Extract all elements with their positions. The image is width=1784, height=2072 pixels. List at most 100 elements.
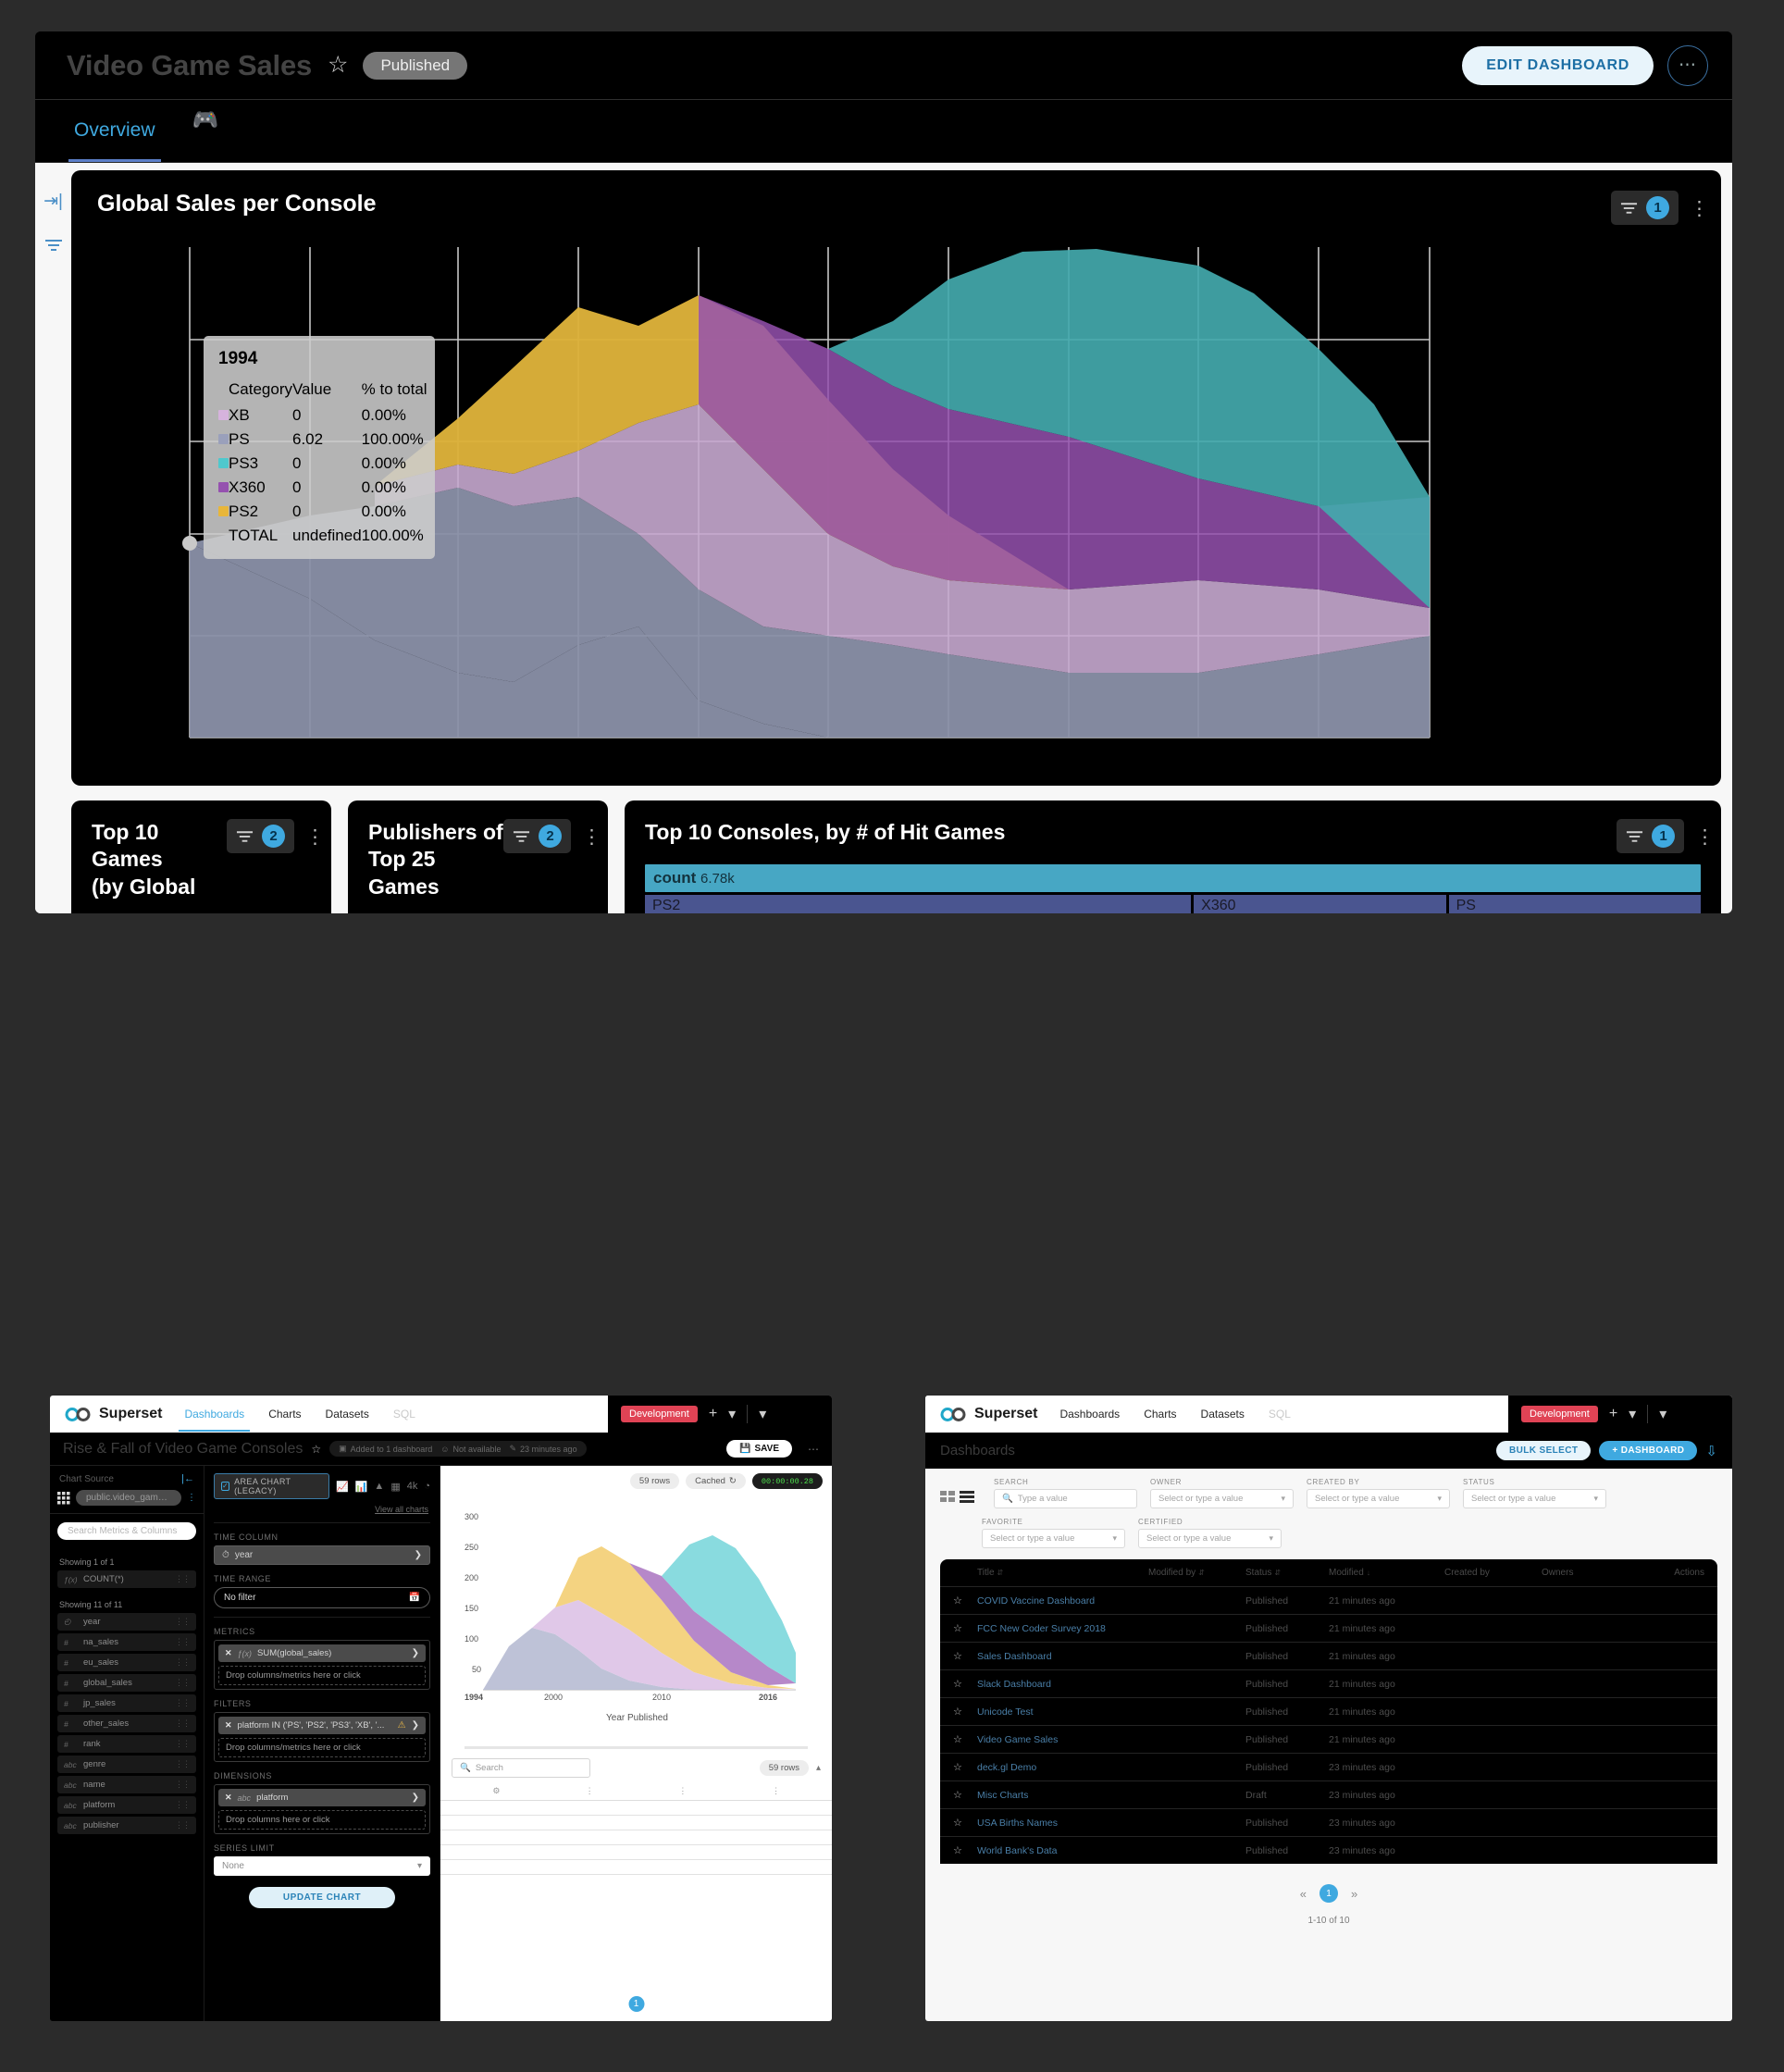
favorite-star-icon[interactable]: ☆ [953,1761,977,1773]
import-icon[interactable]: ⇩ [1705,1443,1717,1459]
settings-icon[interactable]: ▾ [759,1405,766,1423]
column-item[interactable]: abc name ⋮⋮ [57,1776,196,1793]
superset-logo[interactable]: Superset [65,1406,162,1422]
dashboard-title-link[interactable]: Video Game Sales [977,1734,1148,1745]
status-select[interactable]: Select or type a value ▾ [1463,1489,1606,1508]
card-view-icon[interactable] [940,1490,956,1504]
column-item[interactable]: abc publisher ⋮⋮ [57,1817,196,1834]
list-view-icon[interactable] [960,1490,975,1504]
treemap[interactable]: count 6.78k PS2 2.16k X360 1.27k [645,864,1701,913]
new-dashboard-button[interactable]: + DASHBOARD [1599,1441,1698,1460]
dashboard-title-link[interactable]: World Bank's Data [977,1845,1148,1856]
drag-handle-icon[interactable]: ⋮⋮ [175,1637,191,1647]
table-row[interactable]: ☆ Unicode Test Published 21 minutes ago [940,1697,1717,1725]
more-options-button[interactable]: ⋯ [1667,44,1708,86]
collapse-results-icon[interactable]: ▴ [816,1763,821,1773]
dashboard-title-link[interactable]: FCC New Coder Survey 2018 [977,1623,1148,1634]
search-metrics-columns-input[interactable]: Search Metrics & Columns [57,1522,196,1540]
drag-handle-icon[interactable]: ⋮⋮ [175,1718,191,1729]
drag-handle-icon[interactable]: ⋮⋮ [175,1800,191,1810]
metrics-drop-zone[interactable]: Drop columns/metrics here or click [218,1666,426,1685]
treemap-cell[interactable]: X360 1.27k [1194,895,1446,913]
results-search-input[interactable]: 🔍 Search [452,1758,590,1778]
owner-select[interactable]: Select or type a value ▾ [1150,1489,1294,1508]
column-header-modified-by[interactable]: Modified by ⇵ [1148,1568,1245,1578]
column-header-created-by[interactable]: Created by [1444,1568,1542,1578]
dataset-selector[interactable]: public.video_game_sales ⋮ [50,1490,204,1513]
bar-chart-icon[interactable]: 📊 [355,1481,368,1493]
status-badge[interactable]: Published [363,51,468,80]
column-item[interactable]: # eu_sales ⋮⋮ [57,1654,196,1671]
remove-icon[interactable]: ✕ [225,1720,232,1731]
more-options-icon[interactable]: ⋯ [808,1443,819,1456]
dashboard-title-link[interactable]: Slack Dashboard [977,1679,1148,1690]
column-item[interactable]: # na_sales ⋮⋮ [57,1633,196,1651]
table-row[interactable]: ☆ FCC New Coder Survey 2018 Published 21… [940,1614,1717,1642]
filters-drop-zone[interactable]: Drop columns/metrics here or click [218,1738,426,1757]
chart-filter-badge[interactable]: 1 [1617,819,1684,853]
nav-charts[interactable]: Charts [266,1396,303,1432]
drag-handle-icon[interactable]: ⋮⋮ [175,1698,191,1708]
tab-gamepad[interactable]: 🎮 [187,107,225,153]
column-item[interactable]: abc platform ⋮⋮ [57,1796,196,1814]
filter-bar-icon[interactable] [44,238,63,258]
chart-filter-badge[interactable]: 1 [1611,191,1679,225]
filter-chip[interactable]: ✕ platform IN ('PS', 'PS2', 'PS3', 'XB',… [218,1717,426,1734]
chevron-down-icon[interactable]: ▾ [728,1405,736,1423]
drag-handle-icon[interactable]: ⋮⋮ [175,1574,191,1584]
column-item[interactable]: abc genre ⋮⋮ [57,1756,196,1773]
search-input[interactable]: 🔍 Type a value [994,1489,1137,1508]
nav-sql[interactable]: SQL [391,1396,417,1432]
area-chart-preview[interactable]: 300 250 200 150 100 50 1994 2000 2010 2016 … [440,1489,832,1731]
results-col-sort-icon[interactable]: ⚙ [452,1786,541,1796]
dataset-menu-icon[interactable]: ⋮ [187,1494,196,1502]
dashboard-title-link[interactable]: COVID Vaccine Dashboard [977,1595,1148,1607]
drag-handle-icon[interactable]: ⋮⋮ [175,1657,191,1668]
tab-overview[interactable]: Overview [68,119,161,162]
favorite-star-icon[interactable]: ☆ [953,1733,977,1745]
favorite-star-icon[interactable]: ☆ [953,1678,977,1690]
time-range-field[interactable]: No filter 📅 [214,1587,430,1608]
favorite-star-icon[interactable]: ☆ [953,1789,977,1801]
cached-badge[interactable]: Cached ↻ [686,1473,746,1489]
column-item[interactable]: # jp_sales ⋮⋮ [57,1694,196,1712]
column-item[interactable]: # rank ⋮⋮ [57,1735,196,1753]
bulk-select-button[interactable]: BULK SELECT [1495,1441,1592,1460]
chevron-down-icon[interactable]: ▾ [1629,1405,1636,1423]
chart-menu-icon[interactable]: ⋮ [582,827,601,846]
metric-item[interactable]: ƒ(x) COUNT(*) ⋮⋮ [57,1570,196,1588]
plus-icon[interactable]: + [1609,1406,1617,1422]
metric-chip[interactable]: ✕ ƒ(x) SUM(global_sales) ❯ [218,1644,426,1662]
next-page-button[interactable]: » [1351,1887,1357,1901]
table-row[interactable]: ☆ USA Births Names Published 23 minutes … [940,1808,1717,1836]
nav-datasets[interactable]: Datasets [324,1396,371,1432]
favorite-star-icon[interactable]: ☆ [311,1443,321,1456]
favorite-star-icon[interactable]: ☆ [953,1844,977,1856]
results-col-sort-icon[interactable]: ⋮ [731,1786,821,1796]
favorite-star-icon[interactable]: ☆ [953,1706,977,1718]
dimension-chip[interactable]: ✕ abc platform ❯ [218,1789,426,1806]
nav-dashboards[interactable]: Dashboards [1058,1396,1121,1432]
treemap-cell[interactable]: PS2 2.16k [645,895,1192,913]
dashboard-title-link[interactable]: Sales Dashboard [977,1651,1148,1662]
chart-menu-icon[interactable]: ⋮ [305,827,325,846]
drag-handle-icon[interactable]: ⋮⋮ [175,1617,191,1627]
dashboard-title-link[interactable]: USA Births Names [977,1818,1148,1829]
drag-handle-icon[interactable]: ⋮⋮ [175,1739,191,1749]
edit-dashboard-button[interactable]: EDIT DASHBOARD [1462,45,1654,85]
favorite-star-icon[interactable]: ☆ [953,1622,977,1634]
favorite-star-icon[interactable]: ☆ [328,54,348,77]
nav-charts[interactable]: Charts [1142,1396,1178,1432]
chart-menu-icon[interactable]: ⋮ [1690,199,1709,217]
table-row[interactable]: ☆ COVID Vaccine Dashboard Published 21 m… [940,1586,1717,1614]
column-item[interactable]: # global_sales ⋮⋮ [57,1674,196,1692]
table-row[interactable]: ☆ Misc Charts Draft 23 minutes ago [940,1780,1717,1808]
refresh-icon[interactable]: ↻ [729,1476,737,1486]
remove-icon[interactable]: ✕ [225,1793,232,1803]
page-number[interactable]: 1 [1319,1884,1338,1903]
nav-dashboards[interactable]: Dashboards [179,1396,250,1432]
column-item[interactable]: ◴ year ⋮⋮ [57,1613,196,1631]
settings-icon[interactable]: ▾ [1659,1405,1666,1423]
column-item[interactable]: # other_sales ⋮⋮ [57,1715,196,1732]
collapse-panel-icon[interactable]: |← [181,1473,194,1484]
